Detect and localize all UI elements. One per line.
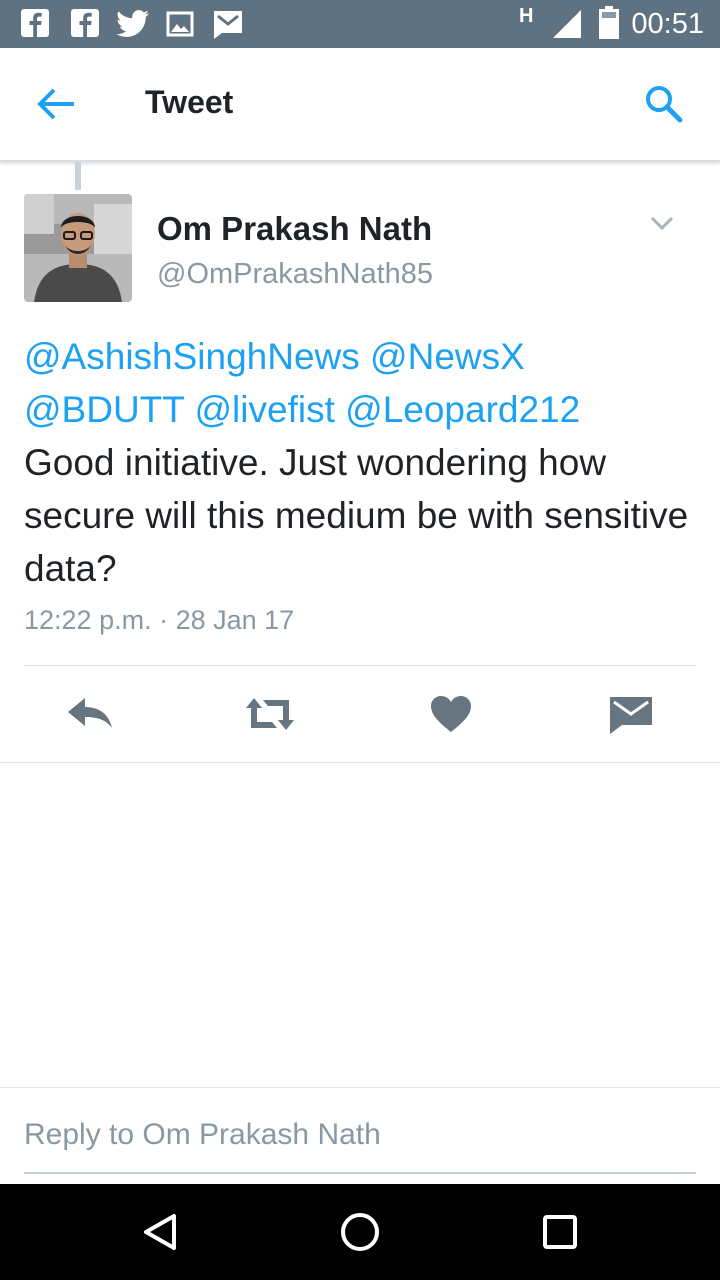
author-name[interactable]: Om Prakash Nath [157,210,432,248]
chevron-down-icon[interactable] [648,212,676,234]
tweet-text: @AshishSinghNews @NewsX @BDUTT @livefist… [24,330,704,595]
app-bar: Tweet [0,48,720,162]
direct-message-button[interactable] [603,690,659,738]
divider [24,665,696,666]
tweet-body-text: Good initiative. Just wondering how secu… [24,442,689,589]
tweet-timestamp: 12:22 p.m. · 28 Jan 17 [24,605,295,635]
page-title: Tweet [145,84,234,120]
back-triangle-icon[interactable] [136,1208,184,1256]
search-icon[interactable] [644,84,684,124]
facebook-icon [21,9,49,38]
reply-input[interactable]: Reply to Om Prakash Nath [24,1118,696,1152]
facebook-icon [71,9,99,38]
navigation-bar [0,1184,720,1280]
author-handle[interactable]: @OmPrakashNath85 [157,258,433,291]
divider [0,1087,720,1088]
signal-icon [553,10,581,38]
retweet-button[interactable] [242,690,298,738]
divider [0,762,720,763]
home-circle-icon[interactable] [336,1208,384,1256]
image-icon [166,11,194,37]
direct-message-icon [610,697,652,734]
conversation-thread-line [75,162,81,190]
mention-link[interactable]: @AshishSinghNews [24,336,360,377]
like-button[interactable] [423,690,479,738]
heart-icon [431,696,471,732]
avatar[interactable] [24,194,132,302]
mention-link[interactable]: @Leopard212 [345,389,580,430]
reply-button[interactable] [62,690,118,738]
recent-apps-square-icon[interactable] [536,1208,584,1256]
clock: 00:51 [631,8,704,40]
mail-icon [214,11,242,39]
mention-link[interactable]: @livefist [195,389,335,430]
retweet-icon [246,698,294,730]
status-bar: H 00:51 [0,0,720,48]
mention-link[interactable]: @NewsX [370,336,525,377]
battery-icon [599,6,619,39]
network-type-label: H [519,5,534,27]
reply-icon [68,698,112,728]
mention-link[interactable]: @BDUTT [24,389,184,430]
reply-input-underline [24,1172,696,1174]
back-arrow-icon[interactable] [36,86,76,122]
twitter-icon [116,10,149,37]
